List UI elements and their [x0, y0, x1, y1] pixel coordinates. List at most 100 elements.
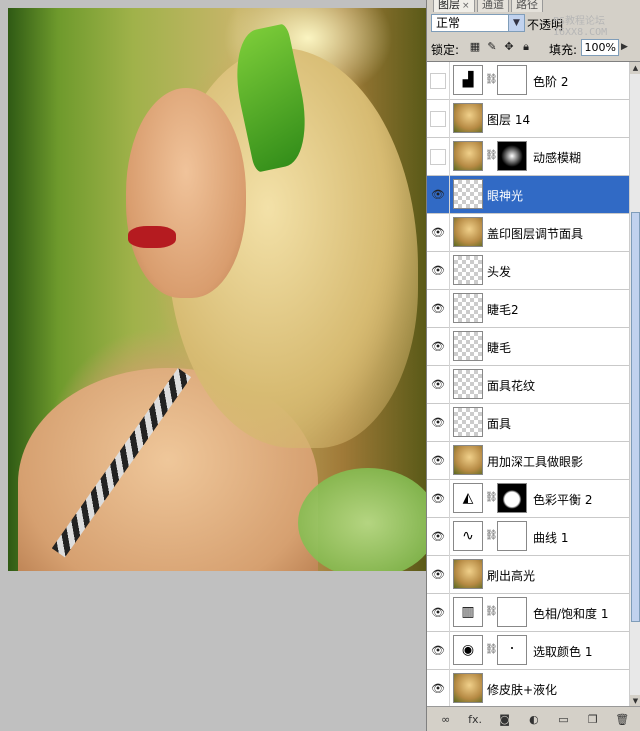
- chain-link-icon[interactable]: ⛓︎: [485, 150, 498, 161]
- layer-row[interactable]: 👁︎ 面具: [427, 404, 640, 442]
- layer-mask-thumbnail[interactable]: [497, 483, 527, 513]
- visibility-eye-icon[interactable]: [430, 73, 446, 89]
- layer-row[interactable]: 👁︎ ◭ ⛓︎ 色彩平衡 2: [427, 480, 640, 518]
- visibility-eye-icon[interactable]: 👁︎: [430, 643, 446, 659]
- layer-mask-thumbnail[interactable]: [497, 65, 527, 95]
- layer-thumbnail[interactable]: [453, 445, 483, 475]
- layer-thumbnail[interactable]: [453, 255, 483, 285]
- group-icon[interactable]: ▭: [554, 713, 572, 726]
- tab-paths[interactable]: 路径: [511, 0, 543, 12]
- chevron-down-icon[interactable]: ▼: [508, 15, 524, 31]
- layer-name[interactable]: 选取颜色 1: [533, 643, 592, 660]
- document-image[interactable]: [8, 8, 426, 571]
- visibility-eye-icon[interactable]: 👁︎: [430, 339, 446, 355]
- layer-thumbnail[interactable]: [453, 141, 483, 171]
- layer-row[interactable]: 👁︎ 刷出高光: [427, 556, 640, 594]
- layer-name[interactable]: 睫毛: [487, 339, 511, 356]
- fx-icon[interactable]: fx.: [466, 713, 484, 726]
- layer-name[interactable]: 眼神光: [487, 187, 523, 204]
- layer-row[interactable]: 👁︎ ∿ ⛓︎ 曲线 1: [427, 518, 640, 556]
- adjust-balance-icon[interactable]: ◭: [453, 483, 483, 513]
- layer-row[interactable]: 👁︎ 睫毛: [427, 328, 640, 366]
- layer-mask-thumbnail[interactable]: [497, 521, 527, 551]
- scroll-thumb[interactable]: [631, 212, 640, 622]
- adjust-levels-icon[interactable]: ▟: [453, 65, 483, 95]
- layer-name[interactable]: 用加深工具做眼影: [487, 453, 583, 470]
- visibility-eye-icon[interactable]: 👁︎: [430, 681, 446, 697]
- layer-name[interactable]: 头发: [487, 263, 511, 280]
- layer-thumbnail[interactable]: [453, 103, 483, 133]
- layer-name[interactable]: 面具: [487, 415, 511, 432]
- layer-name[interactable]: 色相/饱和度 1: [533, 605, 609, 622]
- layer-mask-thumbnail[interactable]: [497, 635, 527, 665]
- adjust-hue-icon[interactable]: ▥: [453, 597, 483, 627]
- layer-row[interactable]: 👁︎ 面具花纹: [427, 366, 640, 404]
- layer-name[interactable]: 修皮肤+液化: [487, 681, 557, 698]
- layer-name[interactable]: 面具花纹: [487, 377, 535, 394]
- adjust-selective-icon[interactable]: ◉: [453, 635, 483, 665]
- layer-name[interactable]: 盖印图层调节面具: [487, 225, 583, 242]
- chain-link-icon[interactable]: ⛓︎: [485, 530, 498, 541]
- visibility-eye-icon[interactable]: 👁︎: [430, 567, 446, 583]
- visibility-eye-icon[interactable]: 👁︎: [430, 491, 446, 507]
- lock-all-icon[interactable]: 🔒︎: [520, 41, 532, 53]
- layer-row[interactable]: ▟ ⛓︎ 色阶 2: [427, 62, 640, 100]
- tab-close-icon[interactable]: ×: [462, 1, 470, 11]
- layer-mask-thumbnail[interactable]: [497, 141, 527, 171]
- layer-thumbnail[interactable]: [453, 331, 483, 361]
- layer-name[interactable]: 图层 14: [487, 111, 530, 128]
- layer-row[interactable]: 图层 14: [427, 100, 640, 138]
- layer-name[interactable]: 刷出高光: [487, 567, 535, 584]
- visibility-eye-icon[interactable]: 👁︎: [430, 377, 446, 393]
- chain-link-icon[interactable]: ⛓︎: [485, 644, 498, 655]
- layer-name[interactable]: 睫毛2: [487, 301, 519, 318]
- adjustment-icon[interactable]: ◐: [525, 713, 543, 726]
- tab-layers[interactable]: 图层 ×: [433, 0, 475, 12]
- layer-name[interactable]: 色阶 2: [533, 73, 568, 90]
- trash-icon[interactable]: 🗑︎: [613, 713, 631, 726]
- lock-image-icon[interactable]: ✎: [486, 41, 498, 53]
- tab-channels[interactable]: 通道: [477, 0, 509, 12]
- lock-position-icon[interactable]: ✥: [503, 41, 515, 53]
- layer-name[interactable]: 动感模糊: [533, 149, 581, 166]
- adjust-curves-icon[interactable]: ∿: [453, 521, 483, 551]
- layer-row[interactable]: 👁︎ ◉ ⛓︎ 选取颜色 1: [427, 632, 640, 670]
- layer-mask-thumbnail[interactable]: [497, 597, 527, 627]
- link-icon[interactable]: ∞: [437, 713, 455, 726]
- visibility-eye-icon[interactable]: 👁︎: [430, 301, 446, 317]
- layer-name[interactable]: 曲线 1: [533, 529, 568, 546]
- layer-row[interactable]: 👁︎ ▥ ⛓︎ 色相/饱和度 1: [427, 594, 640, 632]
- layer-row[interactable]: 👁︎ 眼神光: [427, 176, 640, 214]
- visibility-eye-icon[interactable]: 👁︎: [430, 605, 446, 621]
- layers-scrollbar[interactable]: ▲ ▼: [629, 62, 640, 707]
- layer-thumbnail[interactable]: [453, 293, 483, 323]
- visibility-eye-icon[interactable]: 👁︎: [430, 263, 446, 279]
- new-layer-icon[interactable]: ❐: [584, 713, 602, 726]
- visibility-eye-icon[interactable]: 👁︎: [430, 453, 446, 469]
- chain-link-icon[interactable]: ⛓︎: [485, 606, 498, 617]
- visibility-eye-icon[interactable]: [430, 111, 446, 127]
- chain-link-icon[interactable]: ⛓︎: [485, 492, 498, 503]
- layer-name[interactable]: 色彩平衡 2: [533, 491, 592, 508]
- lock-transparent-icon[interactable]: ▦: [469, 41, 481, 53]
- layer-row[interactable]: 👁︎ 盖印图层调节面具: [427, 214, 640, 252]
- layer-thumbnail[interactable]: [453, 559, 483, 589]
- layer-row[interactable]: 👁︎ 头发: [427, 252, 640, 290]
- visibility-eye-icon[interactable]: 👁︎: [430, 187, 446, 203]
- layer-row[interactable]: ⛓︎ 动感模糊: [427, 138, 640, 176]
- visibility-eye-icon[interactable]: 👁︎: [430, 529, 446, 545]
- fill-input[interactable]: 100%: [581, 39, 619, 56]
- layer-thumbnail[interactable]: [453, 673, 483, 703]
- visibility-eye-icon[interactable]: 👁︎: [430, 415, 446, 431]
- layer-thumbnail[interactable]: [453, 179, 483, 209]
- fill-arrow-icon[interactable]: ▶: [621, 42, 628, 52]
- mask-icon[interactable]: ◙: [496, 713, 514, 726]
- layer-thumbnail[interactable]: [453, 217, 483, 247]
- blend-mode-select[interactable]: 正常 ▼: [431, 14, 525, 32]
- layer-thumbnail[interactable]: [453, 369, 483, 399]
- visibility-eye-icon[interactable]: 👁︎: [430, 225, 446, 241]
- layer-row[interactable]: 👁︎ 修皮肤+液化: [427, 670, 640, 707]
- layer-row[interactable]: 👁︎ 用加深工具做眼影: [427, 442, 640, 480]
- layer-row[interactable]: 👁︎ 睫毛2: [427, 290, 640, 328]
- chain-link-icon[interactable]: ⛓︎: [485, 74, 498, 85]
